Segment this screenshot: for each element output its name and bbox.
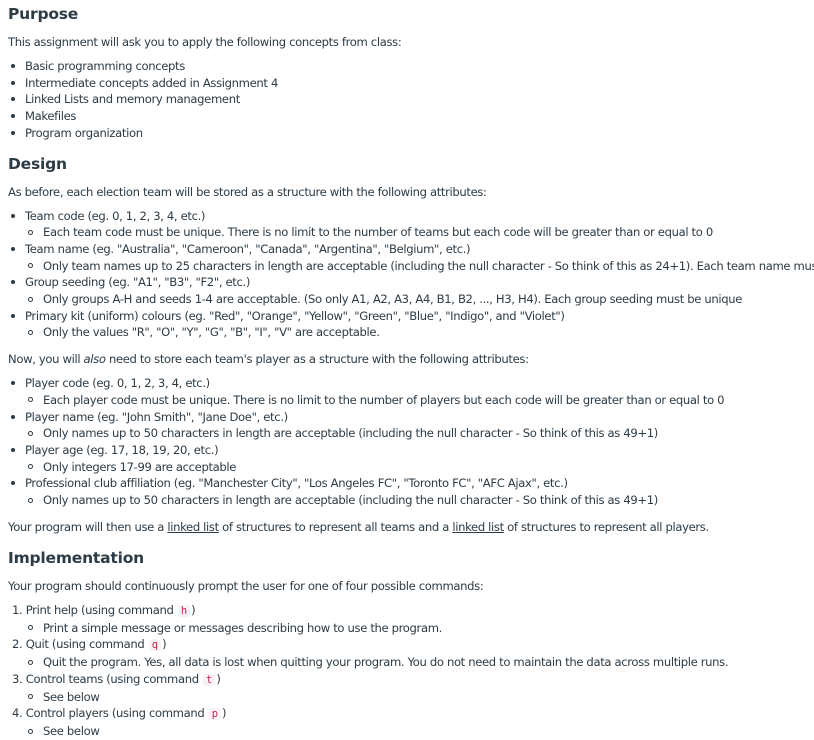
list-item: Makefiles [8,108,814,125]
command-detail: See below [8,689,814,706]
purpose-list: Basic programming concepts Intermediate … [8,58,814,142]
bullet-icon [11,447,15,452]
command-detail: Quit the program. Yes, all data is lost … [8,654,814,671]
linked-list-link-teams[interactable]: linked list [167,520,219,534]
player-attribute-item: Player age (eg. 17, 18, 19, 20, etc.) [8,442,814,459]
implementation-heading: Implementation [8,548,145,567]
player-intro: Now, you will also need to store each te… [8,352,529,367]
bullet-icon [11,130,15,135]
command-item: 1. Print help (using command h) [12,602,196,617]
design-heading: Design [8,154,67,173]
bullet-icon [11,64,15,68]
bullet-icon [11,246,15,251]
team-attribute-detail: Only groups A-H and seeds 1-4 are accept… [8,291,814,308]
circle-bullet-icon [28,397,33,403]
circle-bullet-icon [28,625,33,631]
circle-bullet-icon [28,464,33,470]
circle-bullet-icon [28,728,33,734]
bullet-icon [11,414,15,419]
circle-bullet-icon [28,296,33,302]
bullet-icon [11,481,15,486]
command-code: p [208,708,222,721]
player-attribute-detail: Only names up to 50 characters in length… [8,425,814,442]
circle-bullet-icon [28,430,33,436]
player-attribute-detail: Only names up to 50 characters in length… [8,492,814,509]
linked-list-link-players[interactable]: linked list [452,520,504,534]
implementation-intro: Your program should continuously prompt … [8,578,484,593]
assignment-page: Purpose This assignment will ask you to … [0,0,814,740]
commands-list: 1. Print help (using command h) Print a … [8,602,814,740]
team-attribute-item: Team code (eg. 0, 1, 2, 3, 4, etc.) [8,208,814,225]
list-item: Program organization [8,125,814,142]
command-code: h [177,604,191,617]
team-attributes-list: Team code (eg. 0, 1, 2, 3, 4, etc.) Each… [8,208,814,342]
emphasis-also: also [83,352,106,367]
command-item: 3. Control teams (using command t) [12,671,221,686]
team-attribute-item: Primary kit (uniform) colours (eg. "Red"… [8,308,814,325]
circle-bullet-icon [28,329,33,335]
command-detail: See below [8,723,814,740]
bullet-icon [11,213,15,218]
list-item: Linked Lists and memory management [8,91,814,108]
list-item: Basic programming concepts [8,58,814,75]
command-item: 2. Quit (using command q) [12,637,167,652]
design-intro: As before, each election team will be st… [8,184,487,199]
circle-bullet-icon [28,659,33,665]
bullet-icon [11,97,15,102]
circle-bullet-icon [28,694,33,700]
bullet-icon [11,80,15,85]
command-code: q [148,639,162,652]
team-attribute-item: Group seeding (eg. "A1", "B3", "F2", etc… [8,274,814,291]
purpose-intro: This assignment will ask you to apply th… [8,35,402,49]
list-item: Intermediate concepts added in Assignmen… [8,75,814,92]
player-attribute-detail: Each player code must be unique. There i… [8,392,814,409]
command-detail: Print a simple message or messages descr… [8,620,814,637]
circle-bullet-icon [28,263,33,269]
player-attribute-detail: Only integers 17-99 are acceptable [8,459,814,476]
bullet-icon [11,114,15,119]
player-attribute-item: Player name (eg. "John Smith", "Jane Doe… [8,409,814,426]
team-attribute-detail: Only the values "R", "O", "Y", "G", "B",… [8,324,814,341]
bullet-icon [11,381,15,386]
linked-list-paragraph: Your program will then use a linked list… [8,519,709,534]
bullet-icon [11,280,15,285]
bullet-icon [11,313,15,318]
player-attributes-list: Player code (eg. 0, 1, 2, 3, 4, etc.) Ea… [8,375,814,509]
command-item: 4. Control players (using command p) [12,706,227,721]
player-attribute-item: Professional club affiliation (eg. "Manc… [8,475,814,492]
purpose-heading: Purpose [8,5,79,23]
circle-bullet-icon [28,229,33,235]
team-attribute-item: Team name (eg. "Australia", "Cameroon", … [8,241,814,258]
circle-bullet-icon [28,497,33,503]
command-code: t [203,673,216,686]
player-attribute-item: Player code (eg. 0, 1, 2, 3, 4, etc.) [8,375,814,392]
team-attribute-detail: Only team names up to 25 characters in l… [8,258,814,275]
team-attribute-detail: Each team code must be unique. There is … [8,224,814,241]
